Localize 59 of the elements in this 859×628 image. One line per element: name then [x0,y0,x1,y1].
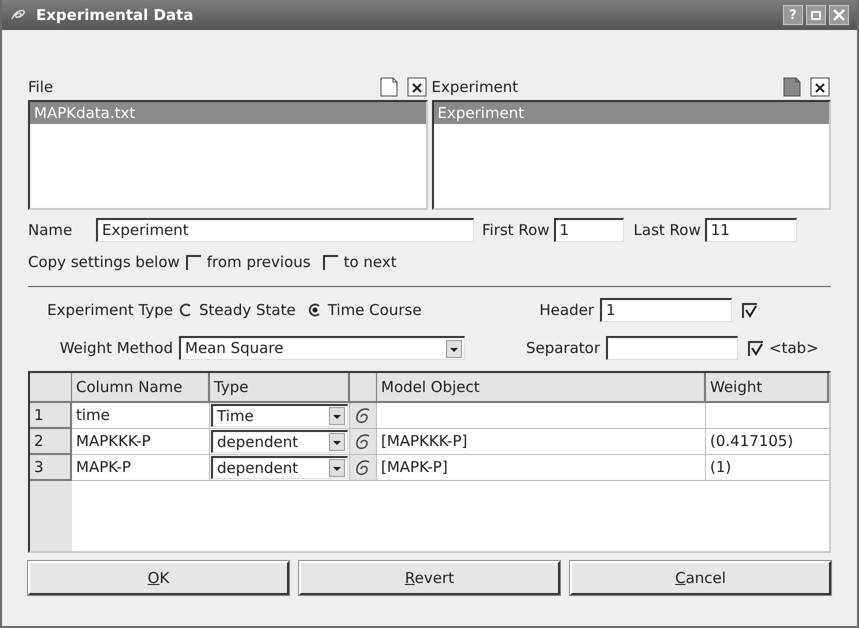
checkbox-label: to next [344,252,397,273]
column-header[interactable]: Weight [706,373,829,403]
field-label: First Row [482,220,550,241]
dialog-button[interactable]: OK [28,561,289,595]
radio-label: Time Course [328,300,422,321]
table-cell: MAPK-P [72,455,210,481]
window-title: Experimental Data [36,4,194,26]
row-number: 2 [30,429,72,455]
column-header[interactable]: Column Name [72,373,210,403]
delete-document-icon[interactable] [809,76,831,98]
column-header[interactable]: Model Object [377,373,706,403]
row-number: 1 [30,403,72,429]
checkbox[interactable] [748,340,763,356]
field-label: Last Row [634,220,701,241]
link-button[interactable] [350,403,377,429]
table-cell: time [72,403,210,429]
field-label: Experiment Type [46,300,173,321]
type-dropdown[interactable]: dependent [211,456,348,479]
new-document-icon[interactable] [781,76,803,98]
field-label: Weight Method [58,338,173,359]
header-cell [30,373,72,403]
field-label: Copy settings below [28,252,180,273]
name-field[interactable]: Experiment [96,218,474,242]
row-number: 3 [30,455,72,481]
column-header[interactable]: Type [210,373,350,403]
panel-label: File [28,76,54,98]
checkbox[interactable] [742,302,757,318]
radio-button[interactable] [179,303,193,317]
separator-field[interactable] [606,336,738,360]
dialog-button[interactable]: Revert [299,561,560,595]
checkbox[interactable] [322,254,338,270]
header-field[interactable]: 1 [600,298,732,322]
checkbox[interactable] [186,254,201,270]
type-dropdown[interactable]: Time [211,404,348,427]
weight-method-dropdown[interactable]: Mean Square [179,336,465,360]
field-label: Name [28,220,74,241]
new-document-icon[interactable] [378,76,400,98]
delete-document-icon[interactable] [406,76,428,98]
radio-label: Steady State [199,300,296,321]
last-row-field[interactable]: 11 [704,218,797,242]
panel-label: Experiment [432,76,520,98]
table-cell: [MAPKKK-P] [377,429,706,455]
link-button[interactable] [350,429,377,455]
header-cell [350,373,377,403]
field-label: Header [539,300,594,321]
radio-button[interactable] [308,303,322,317]
table-cell: MAPKKK-P [72,429,210,455]
table-cell: (1) [706,455,829,481]
type-dropdown[interactable]: dependent [211,430,348,453]
field-label: Separator [526,338,600,359]
close-button[interactable] [829,5,849,25]
maximize-button[interactable] [806,5,826,25]
table-cell: (0.417105) [706,429,829,455]
first-row-field[interactable]: 1 [554,218,624,242]
dialog-button[interactable]: Cancel [570,561,831,595]
table-cell: [MAPK-P] [377,455,706,481]
link-button[interactable] [350,455,377,481]
checkbox-label: <tab> [769,338,820,359]
checkbox-label: from previous [206,252,311,273]
